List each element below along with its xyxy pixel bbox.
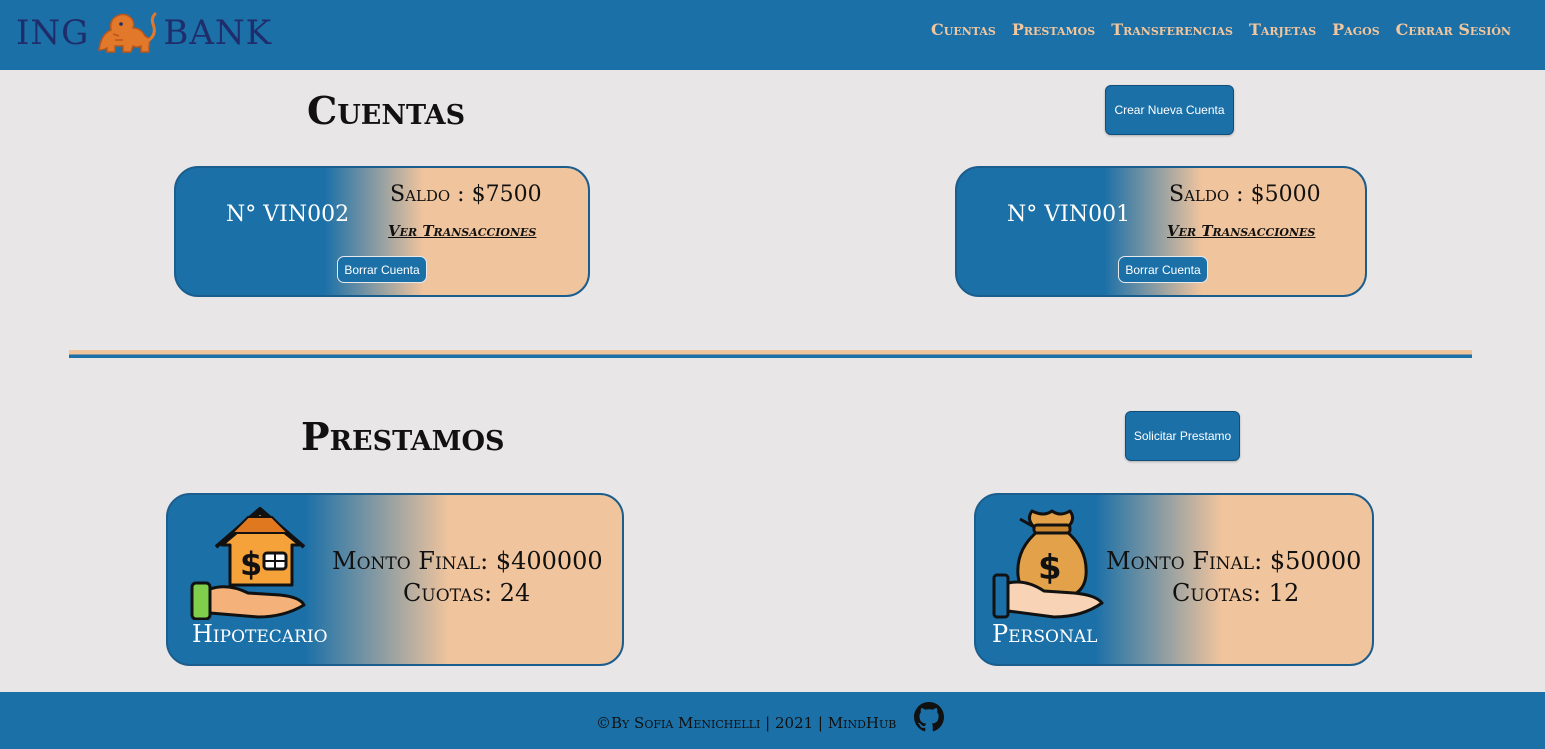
view-transactions-link[interactable]: Ver Transacciones [1167,222,1315,240]
accounts-title: Cuentas [307,88,466,133]
loan-type: Personal [992,620,1098,648]
delete-account-button[interactable]: Borrar Cuenta [1118,256,1208,283]
logo-text-right: BANK [163,13,273,53]
account-card: N° VIN002 Saldo : $7500 Ver Transaccione… [174,166,590,297]
main-nav: Cuentas Prestamos Transferencias Tarjeta… [931,20,1511,39]
nav-item-tarjetas[interactable]: Tarjetas [1249,20,1316,39]
logo-text-left: ING [16,13,90,53]
footer-credits: ©By Sofia Menichelli | 2021 | MindHub [596,714,897,732]
account-balance: Saldo : $5000 [1169,182,1321,207]
nav-item-transferencias[interactable]: Transferencias [1111,20,1233,39]
nav-item-cerrar-sesion[interactable]: Cerrar Sesión [1396,20,1511,39]
loan-quotas: Cuotas: 24 [403,579,531,607]
loan-card: $ Monto Final: $50000 Cuotas: 12 Persona… [974,493,1374,666]
loan-card: $ Monto Final: $400000 Cuotas: 24 Hipote… [166,493,624,666]
navbar: ING BANK Cuentas Prestamos Transferencia… [0,0,1545,70]
loan-type: Hipotecario [192,620,328,648]
request-loan-button[interactable]: Solicitar Prestamo [1125,411,1240,461]
loan-amount: Monto Final: $400000 [332,547,603,575]
loans-title: Prestamos [301,414,505,459]
svg-text:$: $ [1038,548,1062,588]
github-icon[interactable] [914,702,944,732]
section-divider [69,350,1472,358]
footer: ©By Sofia Menichelli | 2021 | MindHub [0,692,1545,749]
loan-amount: Monto Final: $50000 [1106,547,1362,575]
create-account-button[interactable]: Crear Nueva Cuenta [1105,85,1234,135]
delete-account-button[interactable]: Borrar Cuenta [337,256,427,283]
view-transactions-link[interactable]: Ver Transacciones [388,222,536,240]
ing-bank-logo[interactable]: ING BANK [16,8,272,58]
nav-item-cuentas[interactable]: Cuentas [931,20,996,39]
account-number: N° VIN002 [226,202,350,227]
loan-quotas: Cuotas: 12 [1172,579,1300,607]
account-number: N° VIN001 [1007,202,1131,227]
lion-logo-icon [98,12,157,53]
account-balance: Saldo : $7500 [390,182,542,207]
nav-item-pagos[interactable]: Pagos [1332,20,1380,39]
account-card: N° VIN001 Saldo : $5000 Ver Transaccione… [955,166,1367,297]
house-in-hand-icon: $ [190,507,306,620]
svg-text:$: $ [240,545,262,583]
money-bag-in-hand-icon: $ [992,509,1104,619]
nav-item-prestamos[interactable]: Prestamos [1012,20,1095,39]
